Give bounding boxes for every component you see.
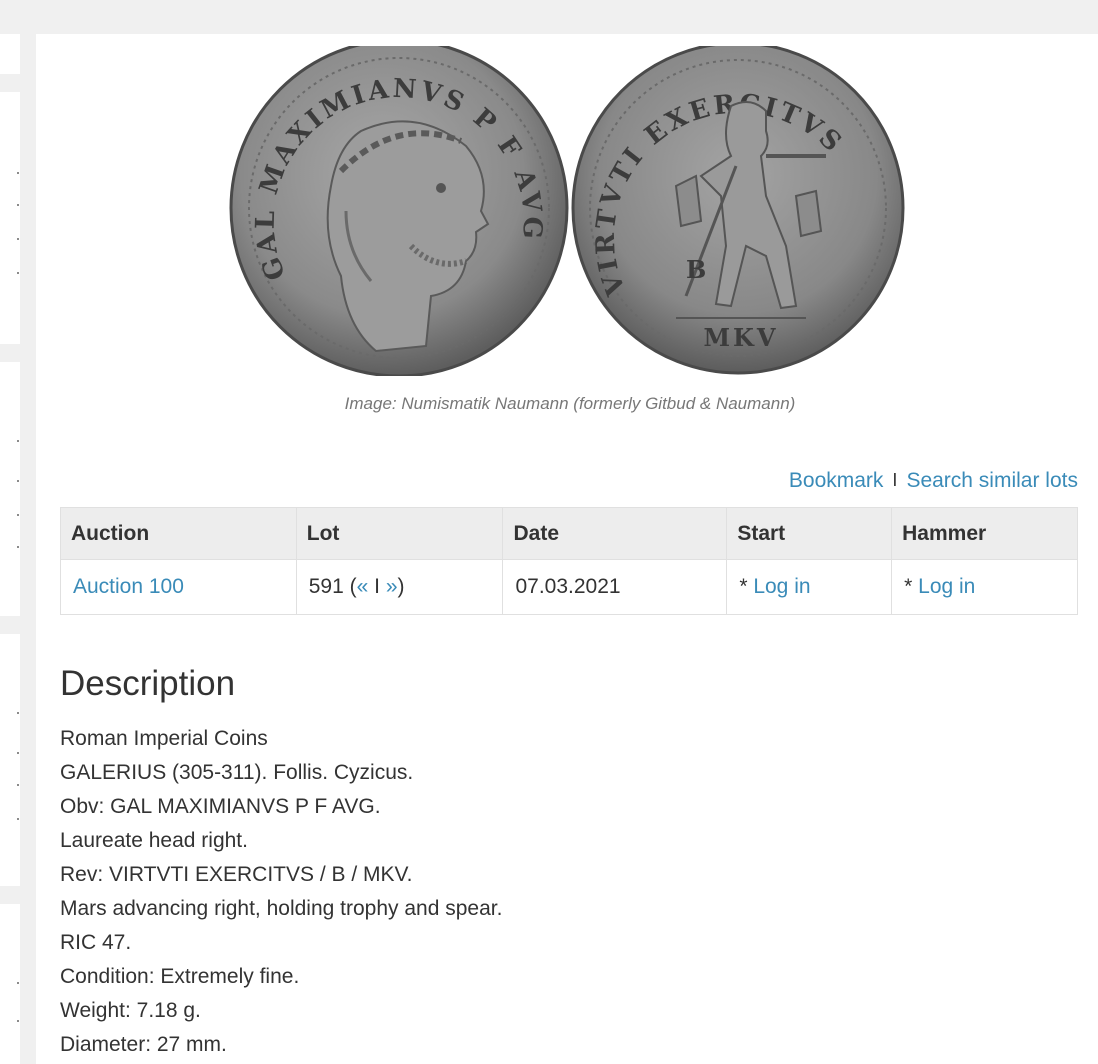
coin-image[interactable]: GAL MAXIMIANVS P F AVG VIRTVTI EXERCITVS… bbox=[226, 46, 916, 376]
sidebar-card[interactable] bbox=[0, 904, 20, 1064]
hammer-login-link[interactable]: Log in bbox=[918, 575, 975, 598]
sidebar-card[interactable] bbox=[0, 634, 20, 886]
table-header-row: Auction Lot Date Start Hammer bbox=[60, 507, 1078, 560]
bullet-dot bbox=[17, 514, 19, 516]
bullet-dot bbox=[17, 272, 19, 274]
description-heading: Description bbox=[60, 664, 236, 703]
sidebar-card[interactable] bbox=[0, 92, 20, 344]
reverse-exergue: MKV bbox=[703, 323, 778, 352]
sidebar-card[interactable] bbox=[0, 362, 20, 616]
description-line: RIC 47. bbox=[60, 931, 132, 954]
start-cell: * Log in bbox=[726, 559, 893, 615]
table-row: Auction 100 591 (« I ») 07.03.2021 * Log… bbox=[60, 559, 1078, 615]
lot-number: 591 ( bbox=[308, 575, 357, 598]
next-lot-link[interactable]: » bbox=[386, 575, 398, 598]
sidebar-card bbox=[0, 34, 20, 74]
description-line: Weight: 7.18 g. bbox=[60, 999, 201, 1022]
auction-link[interactable]: Auction 100 bbox=[73, 575, 184, 598]
description-line: Laureate head right. bbox=[60, 829, 248, 852]
hammer-cell: * Log in bbox=[891, 559, 1078, 615]
lot-nav-separator: I bbox=[368, 575, 386, 598]
auction-cell: Auction 100 bbox=[60, 559, 297, 615]
date-cell: 07.03.2021 bbox=[502, 559, 728, 615]
description-line: Diameter: 27 mm. bbox=[60, 1033, 227, 1056]
lot-table: Auction Lot Date Start Hammer Auction 10… bbox=[60, 507, 1078, 615]
previous-lot-link[interactable]: « bbox=[357, 575, 369, 598]
reverse-field-mark: B bbox=[686, 255, 706, 284]
bullet-dot bbox=[17, 172, 19, 174]
description-line: Condition: Extremely fine. bbox=[60, 965, 300, 988]
column-header-date: Date bbox=[502, 507, 728, 560]
lot-close-paren: ) bbox=[397, 575, 405, 598]
lot-detail-panel: GAL MAXIMIANVS P F AVG VIRTVTI EXERCITVS… bbox=[36, 34, 1098, 1064]
description-line: Obv: GAL MAXIMIANVS P F AVG. bbox=[60, 795, 381, 818]
coin-reverse: VIRTVTI EXERCITVS B MKV bbox=[571, 46, 905, 375]
coin-obverse: GAL MAXIMIANVS P F AVG bbox=[229, 46, 569, 376]
start-asterisk: * bbox=[739, 575, 754, 598]
bullet-dot bbox=[17, 818, 19, 820]
column-header-hammer: Hammer bbox=[891, 507, 1078, 560]
search-similar-lots-link[interactable]: Search similar lots bbox=[906, 469, 1078, 492]
description-line: Mars advancing right, holding trophy and… bbox=[60, 897, 503, 920]
description-line: GALERIUS (305-311). Follis. Cyzicus. bbox=[60, 761, 414, 784]
bullet-dot bbox=[17, 752, 19, 754]
description-line: Roman Imperial Coins bbox=[60, 727, 268, 750]
bullet-dot bbox=[17, 480, 19, 482]
description-line: Rev: VIRTVTI EXERCITVS / B / MKV. bbox=[60, 863, 413, 886]
start-login-link[interactable]: Log in bbox=[753, 575, 810, 598]
description-body: Roman Imperial Coins GALERIUS (305-311).… bbox=[60, 722, 502, 1062]
bullet-dot bbox=[17, 712, 19, 714]
bullet-dot bbox=[17, 440, 19, 442]
hammer-asterisk: * bbox=[904, 575, 919, 598]
bullet-dot bbox=[17, 204, 19, 206]
lot-actions: Bookmark I Search similar lots bbox=[789, 469, 1078, 493]
column-header-lot: Lot bbox=[295, 507, 504, 560]
bullet-dot bbox=[17, 546, 19, 548]
link-separator: I bbox=[892, 470, 898, 490]
bullet-dot bbox=[17, 1020, 19, 1022]
bullet-dot bbox=[17, 238, 19, 240]
column-header-start: Start bbox=[726, 507, 893, 560]
image-caption: Image: Numismatik Naumann (formerly Gitb… bbox=[344, 394, 796, 413]
bookmark-link[interactable]: Bookmark bbox=[789, 469, 884, 492]
bullet-dot bbox=[17, 982, 19, 984]
bullet-dot bbox=[17, 784, 19, 786]
lot-cell: 591 (« I ») bbox=[295, 559, 504, 615]
column-header-auction: Auction bbox=[60, 507, 297, 560]
